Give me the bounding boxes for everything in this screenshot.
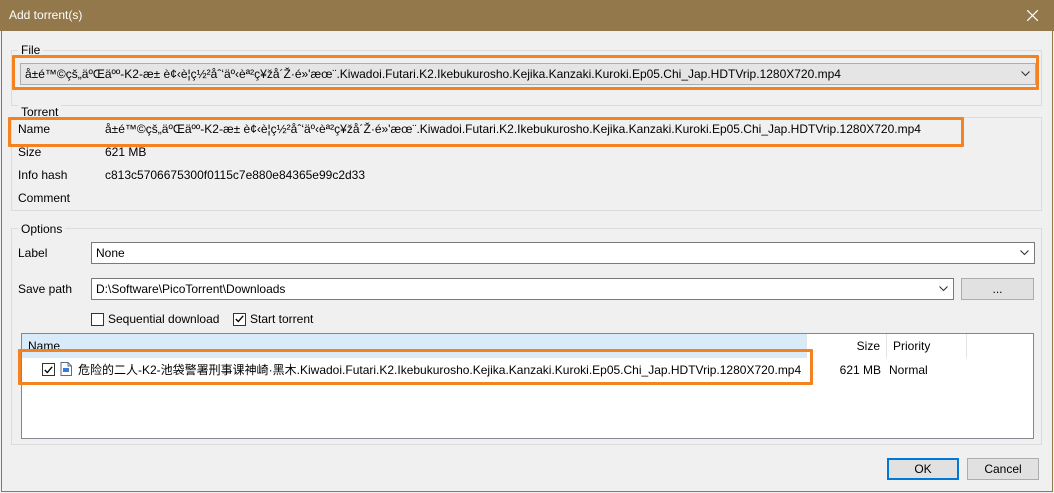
sequential-download-label: Sequential download: [108, 312, 220, 326]
chevron-down-icon: [1015, 64, 1035, 84]
checkmark-icon: [233, 312, 246, 326]
table-row[interactable]: 危险的二人-K2-池袋警署刑事课神崎·黑木.Kiwadoi.Futari.K2.…: [22, 360, 1033, 380]
column-name-label: Name: [28, 339, 61, 353]
dialog-body: File å±é™©çš„äºŒäºº-K2-æ± è¢‹è­¦ç½²åˆ‘äº…: [1, 31, 1053, 492]
options-group-label: Options: [18, 222, 66, 236]
label-select-value: None: [96, 246, 125, 260]
file-icon: [60, 362, 72, 379]
column-priority-label: Priority: [893, 339, 931, 353]
column-header-size[interactable]: Size: [807, 334, 887, 358]
start-torrent-checkbox[interactable]: Start torrent: [233, 312, 313, 326]
checkbox-box: [91, 312, 104, 326]
size-value: 621 MB: [105, 145, 147, 159]
label-field-label: Label: [18, 246, 48, 260]
window-title: Add torrent(s): [9, 8, 83, 22]
ok-button[interactable]: OK: [887, 458, 959, 480]
column-header-name[interactable]: Name: [22, 334, 807, 358]
row-checkbox[interactable]: [42, 363, 55, 376]
save-path-input[interactable]: D:\Software\PicoTorrent\Downloads: [91, 278, 954, 300]
file-group-label: File: [18, 43, 44, 57]
column-header-priority[interactable]: Priority: [887, 334, 967, 358]
title-bar: Add torrent(s): [0, 0, 1054, 31]
start-torrent-label: Start torrent: [250, 312, 314, 326]
file-select-value: å±é™©çš„äºŒäºº-K2-æ± è¢‹è­¦ç½²åˆ‘äº‹èª²ç…: [25, 67, 841, 81]
file-select[interactable]: å±é™©çš„äºŒäºº-K2-æ± è¢‹è­¦ç½²åˆ‘äº‹èª²ç…: [20, 63, 1036, 85]
sequential-download-checkbox[interactable]: Sequential download: [91, 312, 219, 326]
browse-button[interactable]: ...: [961, 278, 1034, 300]
comment-label: Comment: [18, 191, 71, 205]
cancel-button[interactable]: Cancel: [967, 458, 1039, 480]
chevron-down-icon: [933, 279, 953, 299]
close-icon[interactable]: [1010, 0, 1054, 31]
name-label: Name: [18, 122, 51, 136]
info-hash-label: Info hash: [18, 168, 68, 182]
save-path-value: D:\Software\PicoTorrent\Downloads: [96, 282, 286, 296]
files-list-header: Name Size Priority: [22, 334, 1033, 358]
files-list[interactable]: Name Size Priority 危险的二人-K2-池袋警署刑事课神崎·黑木…: [21, 333, 1034, 439]
name-value: å±é™©çš„äºŒäºº-K2-æ± è¢‹è­¦ç½²åˆ‘äº‹èª²ç…: [105, 122, 921, 136]
row-file-priority: Normal: [889, 363, 928, 377]
torrent-group-label: Torrent: [18, 105, 62, 119]
size-label: Size: [18, 145, 42, 159]
column-size-label: Size: [856, 339, 880, 353]
chevron-down-icon: [1014, 243, 1034, 263]
info-hash-value: c813c5706675300f0115c7e880e84365e99c2d33: [105, 168, 366, 182]
row-file-name: 危险的二人-K2-池袋警署刑事课神崎·黑木.Kiwadoi.Futari.K2.…: [78, 363, 802, 377]
label-select[interactable]: None: [91, 242, 1035, 264]
save-path-label: Save path: [18, 282, 73, 296]
row-file-size: 621 MB: [839, 363, 881, 377]
